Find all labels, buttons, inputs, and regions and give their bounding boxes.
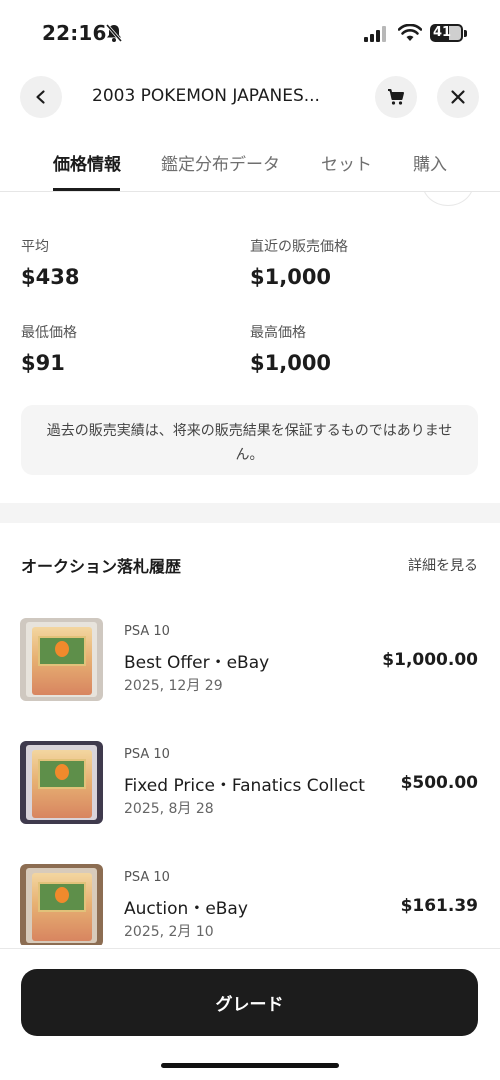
auction-grade: PSA 10 <box>124 747 170 762</box>
card-thumbnail <box>20 864 103 947</box>
tab-price-info[interactable]: 価格情報 <box>53 150 121 175</box>
recent-sale-value: $1,000 <box>250 265 332 289</box>
wifi-icon <box>398 24 422 41</box>
battery-icon: 41 <box>430 24 463 42</box>
tab-grade-distribution[interactable]: 鑑定分布データ <box>161 150 280 175</box>
auction-title: Best Offer・eBay <box>124 653 270 673</box>
auction-date: 2025, 2月 10 <box>124 924 214 940</box>
battery-level: 41 <box>432 25 452 40</box>
tab-set[interactable]: セット <box>321 150 372 175</box>
auction-date: 2025, 8月 28 <box>124 801 214 817</box>
auction-price: $161.39 <box>400 896 478 916</box>
status-time: 22:16 <box>42 21 107 45</box>
auction-row[interactable]: PSA 10 Auction・eBay 2025, 2月 10 $161.39 <box>0 864 500 954</box>
auction-title: Auction・eBay <box>124 899 248 919</box>
page-title: 2003 POKEMON JAPANES... <box>92 86 320 106</box>
max-price-value: $1,000 <box>250 351 332 375</box>
average-value: $438 <box>21 265 80 289</box>
home-indicator[interactable] <box>161 1063 339 1068</box>
section-divider <box>0 503 500 523</box>
auction-price: $1,000.00 <box>382 650 478 670</box>
auction-date: 2025, 12月 29 <box>124 678 223 694</box>
disclaimer-box: 過去の販売実績は、将来の販売結果を保証するものではありません。 <box>21 405 478 475</box>
back-button[interactable] <box>20 76 62 118</box>
see-more-link[interactable]: 詳細を見る <box>408 555 478 575</box>
grade-button[interactable]: グレード <box>21 969 478 1036</box>
auction-row[interactable]: PSA 10 Best Offer・eBay 2025, 12月 29 $1,0… <box>0 618 500 708</box>
tab-bar: 価格情報 鑑定分布データ セット 購入 <box>0 138 500 192</box>
active-tab-indicator <box>53 188 120 191</box>
auction-grade: PSA 10 <box>124 624 170 639</box>
recent-sale-label: 直近の販売価格 <box>250 239 348 255</box>
auction-history-title: オークション落札履歴 <box>21 557 182 576</box>
bell-off-icon <box>105 24 123 42</box>
auction-title: Fixed Price・Fanatics Collect <box>124 776 365 796</box>
card-thumbnail <box>20 741 103 824</box>
card-thumbnail <box>20 618 103 701</box>
auction-row[interactable]: PSA 10 Fixed Price・Fanatics Collect 2025… <box>0 741 500 831</box>
cart-button[interactable] <box>375 76 417 118</box>
auction-price: $500.00 <box>400 773 478 793</box>
chevron-left-icon <box>36 90 45 104</box>
bottom-divider <box>0 948 500 949</box>
min-price-label: 最低価格 <box>21 325 77 341</box>
max-price-label: 最高価格 <box>250 325 306 341</box>
signal-icon <box>364 26 386 42</box>
status-bar: 22:16 41 <box>0 0 500 66</box>
cart-icon <box>388 89 404 105</box>
average-label: 平均 <box>21 239 49 255</box>
close-button[interactable] <box>437 76 479 118</box>
battery-nub <box>464 30 467 37</box>
close-icon <box>451 90 465 104</box>
auction-grade: PSA 10 <box>124 870 170 885</box>
min-price-value: $91 <box>21 351 65 375</box>
tab-purchase[interactable]: 購入 <box>413 150 447 175</box>
